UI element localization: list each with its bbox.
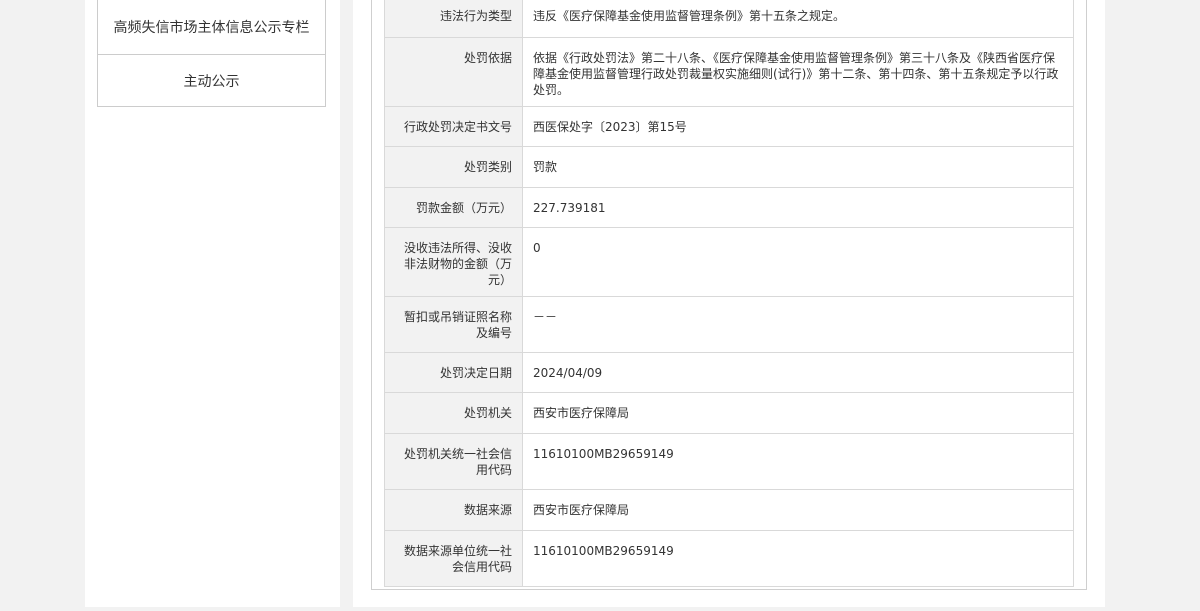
row-value: 西医保处字〔2023〕第15号	[522, 106, 1074, 147]
row-value: 11610100MB29659149	[522, 433, 1074, 490]
table-row: 暂扣或吊销证照名称及编号 －－	[384, 296, 1074, 353]
row-label: 处罚类别	[384, 146, 523, 188]
row-value: 西安市医疗保障局	[522, 489, 1074, 531]
table-row: 处罚机关 西安市医疗保障局	[384, 392, 1074, 434]
sidebar: 高频失信市场主体信息公示专栏 主动公示	[85, 0, 340, 607]
table-row: 违法行为类型 违反《医疗保障基金使用监督管理条例》第十五条之规定。	[384, 0, 1074, 38]
row-value: 2024/04/09	[522, 352, 1074, 393]
penalty-detail-table: 违法行为类型 违反《医疗保障基金使用监督管理条例》第十五条之规定。 处罚依据 依…	[384, 0, 1074, 587]
table-row: 处罚机关统一社会信用代码 11610100MB29659149	[384, 433, 1074, 490]
row-label: 罚款金额（万元）	[384, 187, 523, 228]
table-row: 没收违法所得、没收非法财物的金额（万元） 0	[384, 227, 1074, 297]
row-value: 227.739181	[522, 187, 1074, 228]
sidebar-item-label: 主动公示	[183, 73, 240, 90]
row-label: 处罚依据	[384, 37, 523, 107]
row-label: 行政处罚决定书文号	[384, 106, 523, 147]
row-label: 处罚机关	[384, 392, 523, 434]
row-label: 处罚机关统一社会信用代码	[384, 433, 523, 490]
row-value: 罚款	[522, 146, 1074, 188]
detail-container: 违法行为类型 违反《医疗保障基金使用监督管理条例》第十五条之规定。 处罚依据 依…	[371, 0, 1087, 590]
row-value: 违反《医疗保障基金使用监督管理条例》第十五条之规定。	[522, 0, 1074, 38]
row-label: 数据来源单位统一社会信用代码	[384, 530, 523, 587]
row-label: 没收违法所得、没收非法财物的金额（万元）	[384, 227, 523, 297]
table-row: 行政处罚决定书文号 西医保处字〔2023〕第15号	[384, 106, 1074, 147]
table-row: 罚款金额（万元） 227.739181	[384, 187, 1074, 228]
main-content: 违法行为类型 违反《医疗保障基金使用监督管理条例》第十五条之规定。 处罚依据 依…	[353, 0, 1105, 607]
row-label: 处罚决定日期	[384, 352, 523, 393]
row-value: 西安市医疗保障局	[522, 392, 1074, 434]
sidebar-item-high-frequency-dishonest[interactable]: 高频失信市场主体信息公示专栏	[97, 0, 326, 55]
table-row: 数据来源 西安市医疗保障局	[384, 489, 1074, 531]
table-row: 处罚决定日期 2024/04/09	[384, 352, 1074, 393]
sidebar-item-label: 高频失信市场主体信息公示专栏	[113, 20, 310, 36]
row-label: 违法行为类型	[384, 0, 523, 38]
row-value: 11610100MB29659149	[522, 530, 1074, 587]
table-row: 数据来源单位统一社会信用代码 11610100MB29659149	[384, 530, 1074, 587]
page: 高频失信市场主体信息公示专栏 主动公示 违法行为类型 违反《医疗保障基金使用监督…	[0, 0, 1200, 611]
table-row: 处罚依据 依据《行政处罚法》第二十八条、《医疗保障基金使用监督管理条例》第三十八…	[384, 37, 1074, 107]
row-label: 数据来源	[384, 489, 523, 531]
row-value: 依据《行政处罚法》第二十八条、《医疗保障基金使用监督管理条例》第三十八条及《陕西…	[522, 37, 1074, 107]
sidebar-item-active-disclosure[interactable]: 主动公示	[97, 54, 326, 107]
row-value: －－	[522, 296, 1074, 353]
row-value: 0	[522, 227, 1074, 297]
table-row: 处罚类别 罚款	[384, 146, 1074, 188]
row-label: 暂扣或吊销证照名称及编号	[384, 296, 523, 353]
